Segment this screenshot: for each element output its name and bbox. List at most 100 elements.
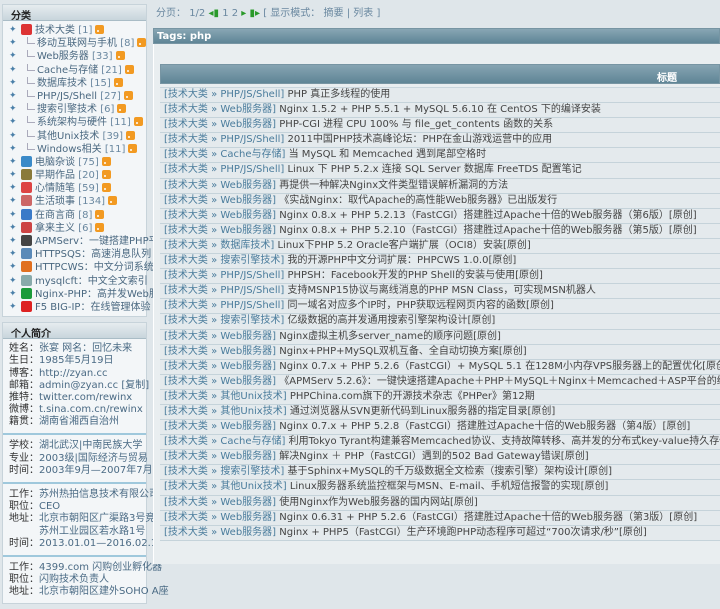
category-item[interactable]: ✦ Web服务器 [33] (3, 50, 146, 63)
next-page-icon[interactable]: ▸ (241, 8, 246, 19)
row-category-link[interactable]: [技术大类 » 其他Unix技术] (164, 481, 287, 492)
row-title-link[interactable]: 2011中国PHP技术高峰论坛：PHP在金山游戏运营中的应用 (287, 134, 552, 145)
rss-icon[interactable] (101, 170, 111, 180)
row-category-link[interactable]: [技术大类 » Web服务器] (164, 346, 276, 357)
rss-icon[interactable] (115, 51, 125, 61)
row-title-link[interactable]: Nginx + PHP5（FastCGI）生产环境跑PHP动态程序可超过“700… (279, 527, 647, 538)
row-category-link[interactable]: [技术大类 » Web服务器] (164, 512, 276, 523)
row-title-link[interactable]: Linux服务器系统监控框架与MSN、E-mail、手机短信报警的实现[原创] (290, 481, 609, 492)
row-title-link[interactable]: 《APMServ 5.2.6》：一键快速搭建Apache＋PHP＋MySQL＋N… (279, 376, 720, 387)
row-title-link[interactable]: Nginx 0.8.x + PHP 5.2.10（FastCGI）搭建胜过Apa… (279, 225, 696, 236)
rss-icon[interactable] (123, 90, 133, 100)
row-category-link[interactable]: [技术大类 » Web服务器] (164, 104, 276, 115)
category-item[interactable]: ✦ F5 BIG-IP：在线管理体验 (3, 300, 150, 314)
row-category-link[interactable]: [技术大类 » Cache与存储] (164, 149, 285, 160)
rss-icon[interactable] (95, 25, 105, 34)
row-title-link[interactable]: 我的开源PHP中文分词扩展：PHPCWS 1.0.0[原创] (287, 255, 516, 266)
row-category-link[interactable]: [技术大类 » 其他Unix技术] (164, 391, 287, 402)
row-category-link[interactable]: [技术大类 » Cache与存储] (164, 436, 285, 447)
row-category-link[interactable]: [技术大类 » Web服务器] (164, 376, 276, 387)
row-title-link[interactable]: 同一域名对应多个IP时，PHP获取远程网页内容的函数[原创] (287, 300, 553, 311)
mode-list-link[interactable]: 列表 (353, 8, 373, 19)
category-label[interactable]: 数据库技术 (37, 78, 87, 89)
row-category-link[interactable]: [技术大类 » Web服务器] (164, 361, 276, 372)
category-item[interactable]: ✦ APMServ：一键搭建PHP平台 (3, 235, 169, 248)
row-title-link[interactable]: 《实战Nginx：取代Apache的高性能Web服务器》已出版发行 (279, 195, 557, 206)
category-item[interactable]: ✦ 搜索引擎技术 [6] (3, 103, 146, 116)
row-category-link[interactable]: [技术大类 » Web服务器] (164, 225, 276, 236)
category-label[interactable]: 其他Unix技术 (37, 131, 99, 142)
row-category-link[interactable]: [技术大类 » Web服务器] (164, 527, 276, 538)
rss-icon[interactable] (95, 209, 105, 219)
rss-icon[interactable] (101, 156, 111, 166)
category-label[interactable]: Nginx-PHP：高并发Web服务 (35, 289, 169, 300)
row-category-link[interactable]: [技术大类 » 搜索引擎技术] (164, 315, 284, 326)
row-category-link[interactable]: [技术大类 » Web服务器] (164, 451, 276, 462)
row-category-link[interactable]: [技术大类 » 数据库技术] (164, 240, 274, 251)
row-category-link[interactable]: [技术大类 » 其他Unix技术] (164, 406, 287, 417)
rss-icon[interactable] (137, 38, 147, 48)
category-item[interactable]: ✦ 生活琐事 [134] (3, 195, 146, 208)
category-item[interactable]: ✦ 系统架构与硬件 [11] (3, 116, 146, 129)
row-category-link[interactable]: [技术大类 » Web服务器] (164, 195, 276, 206)
category-label[interactable]: 移动互联网与手机 (37, 38, 117, 49)
category-item[interactable]: ✦ HTTPSQS：高速消息队列 (3, 248, 151, 261)
row-title-link[interactable]: PHPChina.com旗下的开源技术杂志《PHPer》第12期 (290, 391, 535, 402)
category-item[interactable]: ✦ 数据库技术 [15] (3, 76, 146, 90)
category-item[interactable]: ✦ Windows相关 [11] (3, 142, 146, 156)
row-title-link[interactable]: 支持MSNP15协议与离线消息的PHP MSN Class，可实现MSN机器人 (287, 285, 595, 296)
row-category-link[interactable]: [技术大类 » Web服务器] (164, 421, 276, 432)
category-label[interactable]: 生活琐事 (35, 196, 75, 207)
mode-summary-link[interactable]: 摘要 (324, 8, 344, 19)
row-title-link[interactable]: Nginx 0.7.x + PHP 5.2.8（FastCGI）搭建胜过Apac… (279, 421, 690, 432)
row-title-link[interactable]: 使用Nginx作为Web服务器的国内网站[原创] (279, 497, 477, 508)
rss-icon[interactable] (95, 222, 105, 232)
page-links[interactable]: 1 2 (222, 8, 238, 19)
row-title-link[interactable]: Linux下PHP 5.2 Oracle客户端扩展（OCI8）安装[原创] (277, 240, 530, 251)
row-title-link[interactable]: 基于Sphinx+MySQL的千万级数据全文检索（搜索引擎）架构设计[原创] (287, 466, 612, 477)
category-label[interactable]: F5 BIG-IP：在线管理体验 (35, 302, 150, 313)
first-page-icon[interactable]: ◂▮ (208, 8, 219, 19)
category-label[interactable]: 心情随笔 (35, 183, 75, 194)
last-page-icon[interactable]: ▮▸ (250, 8, 261, 19)
row-title-link[interactable]: 亿级数据的高并发通用搜索引擎架构设计[原创] (287, 315, 495, 326)
row-category-link[interactable]: [技术大类 » PHP/JS/Shell] (164, 285, 284, 296)
category-label[interactable]: Cache与存储 (37, 65, 98, 76)
row-category-link[interactable]: [技术大类 » Web服务器] (164, 210, 276, 221)
category-label[interactable]: PHP/JS/Shell (37, 91, 97, 102)
category-item[interactable]: ✦ 移动互联网与手机 [8] (3, 37, 147, 50)
row-title-link[interactable]: 当 MySQL 和 Memcached 遇到尾部空格时 (289, 149, 487, 160)
category-item[interactable]: ✦ Cache与存储 [21] (3, 63, 146, 77)
row-title-link[interactable]: 解决Nginx ＋ PHP（FastCGI）遇到的502 Bad Gateway… (279, 451, 588, 462)
row-title-link[interactable]: 利用Tokyo Tyrant构建兼容Memcached协议、支持故障转移、高并发… (289, 436, 720, 447)
category-label[interactable]: HTTPCWS：中文分词系统 (35, 262, 154, 273)
row-title-link[interactable]: Nginx虚拟主机多server_name的顺序问题[原创] (279, 331, 501, 342)
rss-icon[interactable] (117, 104, 127, 114)
category-label[interactable]: 技术大类 (35, 25, 75, 36)
row-category-link[interactable]: [技术大类 » Web服务器] (164, 331, 276, 342)
row-category-link[interactable]: [技术大类 » 搜索引擎技术] (164, 255, 284, 266)
row-title-link[interactable]: Nginx 0.8.x + PHP 5.2.13（FastCGI）搭建胜过Apa… (279, 210, 696, 221)
row-category-link[interactable]: [技术大类 » Web服务器] (164, 180, 276, 191)
category-item[interactable]: ✦ 在商言商 [8] (3, 208, 146, 222)
row-category-link[interactable]: [技术大类 » 搜索引擎技术] (164, 466, 284, 477)
rss-icon[interactable] (113, 77, 123, 87)
category-label[interactable]: 搜索引擎技术 (37, 104, 97, 115)
row-category-link[interactable]: [技术大类 » PHP/JS/Shell] (164, 89, 284, 100)
row-title-link[interactable]: 通过浏览器从SVN更新代码到Linux服务器的指定目录[原创] (290, 406, 555, 417)
category-label[interactable]: Windows相关 (37, 144, 102, 155)
category-label[interactable]: 在商言商 (35, 210, 75, 221)
category-item[interactable]: ✦ 其他Unix技术 [39] (3, 129, 146, 143)
category-label[interactable]: HTTPSQS：高速消息队列 (35, 249, 151, 260)
row-title-link[interactable]: Nginx+PHP+MySQL双机互备、全自动切换方案[原创] (279, 346, 526, 357)
category-item[interactable]: ✦ HTTPCWS：中文分词系统 (3, 261, 154, 274)
row-title-link[interactable]: Nginx 0.7.x + PHP 5.2.6（FastCGI）+ MySQL … (279, 361, 720, 372)
row-title-link[interactable]: 再提供一种解决Nginx文件类型错误解析漏洞的方法 (279, 180, 508, 191)
rss-icon[interactable] (101, 183, 111, 193)
rss-icon[interactable] (124, 64, 134, 74)
row-category-link[interactable]: [技术大类 » PHP/JS/Shell] (164, 270, 284, 281)
row-title-link[interactable]: Linux 下 PHP 5.2.x 连接 SQL Server 数据库 Free… (287, 164, 581, 175)
category-item[interactable]: ✦ 拿来主义 [6] (3, 221, 146, 235)
category-label[interactable]: mysqlcft：中文全文索引 (35, 276, 148, 287)
rss-icon[interactable] (108, 196, 118, 206)
